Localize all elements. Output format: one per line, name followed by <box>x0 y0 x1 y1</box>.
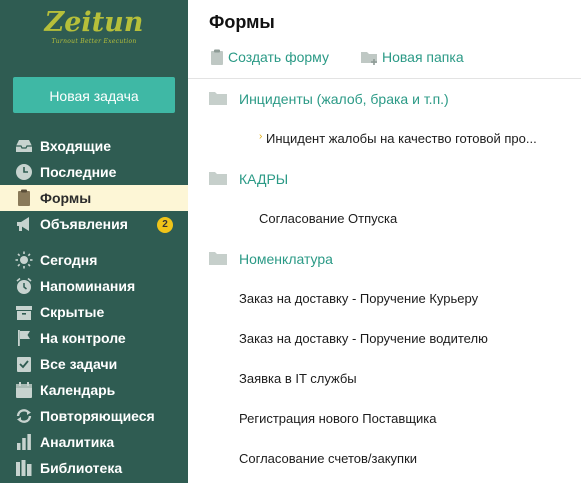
sidebar-item-monitoring[interactable]: На контроле <box>0 325 188 351</box>
new-task-button[interactable]: Новая задача <box>13 77 175 113</box>
folder-icon <box>209 252 227 265</box>
zeitun-logo[interactable]: Zeitun Turnout Better Execution <box>0 8 188 52</box>
sidebar-item-today[interactable]: Сегодня <box>0 247 188 273</box>
sidebar-item-forms[interactable]: Формы <box>0 185 188 211</box>
sidebar-item-recent[interactable]: Последние <box>0 159 188 185</box>
sidebar-item-analytics[interactable]: Аналитика <box>0 429 188 455</box>
form-row[interactable]: Заказ на доставку - Поручение водителю <box>188 319 581 359</box>
form-name: Заявка в IT службы <box>239 371 357 386</box>
clock-icon <box>16 164 32 180</box>
clipboard-add-icon <box>211 49 223 65</box>
sidebar-item-label: Повторяющиеся <box>40 408 155 424</box>
form-name: Согласование Отпуска <box>259 211 398 226</box>
sidebar-item-calendar[interactable]: Календарь <box>0 377 188 403</box>
flag-icon <box>18 330 30 346</box>
form-row[interactable]: › Инцидент жалобы на качество готовой пр… <box>188 119 581 159</box>
sidebar-spacer <box>0 237 188 247</box>
sidebar-item-label: Аналитика <box>40 434 115 450</box>
page-title: Формы <box>209 12 275 32</box>
sidebar-item-recurring[interactable]: Повторяющиеся <box>0 403 188 429</box>
announcements-count-badge: 2 <box>157 217 173 233</box>
sidebar-item-label: Все задачи <box>40 356 118 372</box>
form-row[interactable]: Согласование Отпуска <box>188 199 581 239</box>
sidebar-item-label: Скрытые <box>40 304 105 320</box>
sidebar-item-all-tasks[interactable]: Все задачи <box>0 351 188 377</box>
new-folder-label: Новая папка <box>382 49 464 65</box>
sidebar-item-label: Формы <box>40 190 92 206</box>
form-name: Согласование счетов/закупки <box>239 451 418 466</box>
sidebar-item-reminders[interactable]: Напоминания <box>0 273 188 299</box>
alarm-icon <box>16 277 32 294</box>
form-row[interactable]: Заявка в IT службы <box>188 359 581 399</box>
form-row[interactable]: Регистрация нового Поставщика <box>188 399 581 439</box>
sidebar-item-library[interactable]: Библиотека <box>0 455 188 481</box>
subitem-arrow-icon: › <box>259 131 263 142</box>
tasks-icon <box>17 357 31 372</box>
sidebar-item-hidden[interactable]: Скрытые <box>0 299 188 325</box>
folder-icon <box>209 172 227 185</box>
create-form-label: Создать форму <box>228 49 329 65</box>
sidebar-item-label: Библиотека <box>40 460 123 476</box>
inbox-icon <box>16 140 32 152</box>
sidebar-nav: Входящие Последние Формы Объявления 2 Се… <box>0 133 188 481</box>
sidebar-item-label: Напоминания <box>40 278 136 294</box>
form-name: Заказ на доставку - Поручение Курьеру <box>239 291 479 306</box>
megaphone-icon <box>17 217 29 231</box>
clipboard-icon <box>18 189 30 206</box>
sun-icon <box>15 251 33 269</box>
folder-name: Номенклатура <box>239 251 333 267</box>
folder-row-incidents[interactable]: Инциденты (жалоб, брака и т.п.) <box>188 79 581 119</box>
sidebar-item-label: Сегодня <box>40 252 98 268</box>
folder-name: КАДРЫ <box>239 171 289 187</box>
sidebar-item-label: Календарь <box>40 382 116 398</box>
logo-tagline: Turnout Better Execution <box>51 38 137 45</box>
folder-icon <box>209 92 227 105</box>
folder-row-nomenclature[interactable]: Номенклатура <box>188 239 581 279</box>
library-icon <box>16 460 32 476</box>
sidebar-item-label: Входящие <box>40 138 111 154</box>
form-name: Заказ на доставку - Поручение водителю <box>239 331 488 346</box>
folder-add-icon <box>361 52 377 65</box>
repeat-icon <box>16 409 32 423</box>
form-name: Регистрация нового Поставщика <box>239 411 437 426</box>
form-row[interactable]: Заказ на доставку - Поручение Курьеру <box>188 279 581 319</box>
sidebar-item-inbox[interactable]: Входящие <box>0 133 188 159</box>
sidebar-item-label: Объявления <box>40 216 128 232</box>
archive-box-icon <box>16 306 32 320</box>
sidebar-item-label: На контроле <box>40 330 126 346</box>
logo-wordmark: Zeitun <box>44 7 144 38</box>
bar-chart-icon <box>17 434 31 450</box>
folder-name: Инциденты (жалоб, брака и т.п.) <box>239 91 449 107</box>
form-name: Инцидент жалобы на качество готовой про.… <box>266 131 537 146</box>
main-content: Формы Создать форму Новая папка Инцидент… <box>188 0 581 483</box>
sidebar-item-label: Последние <box>40 164 117 180</box>
folder-row-hr[interactable]: КАДРЫ <box>188 159 581 199</box>
form-row[interactable]: Согласование счетов/закупки <box>188 439 581 479</box>
sidebar: Zeitun Turnout Better Execution Новая за… <box>0 0 188 483</box>
calendar-icon <box>16 382 32 398</box>
sidebar-item-announcements[interactable]: Объявления 2 <box>0 211 188 237</box>
